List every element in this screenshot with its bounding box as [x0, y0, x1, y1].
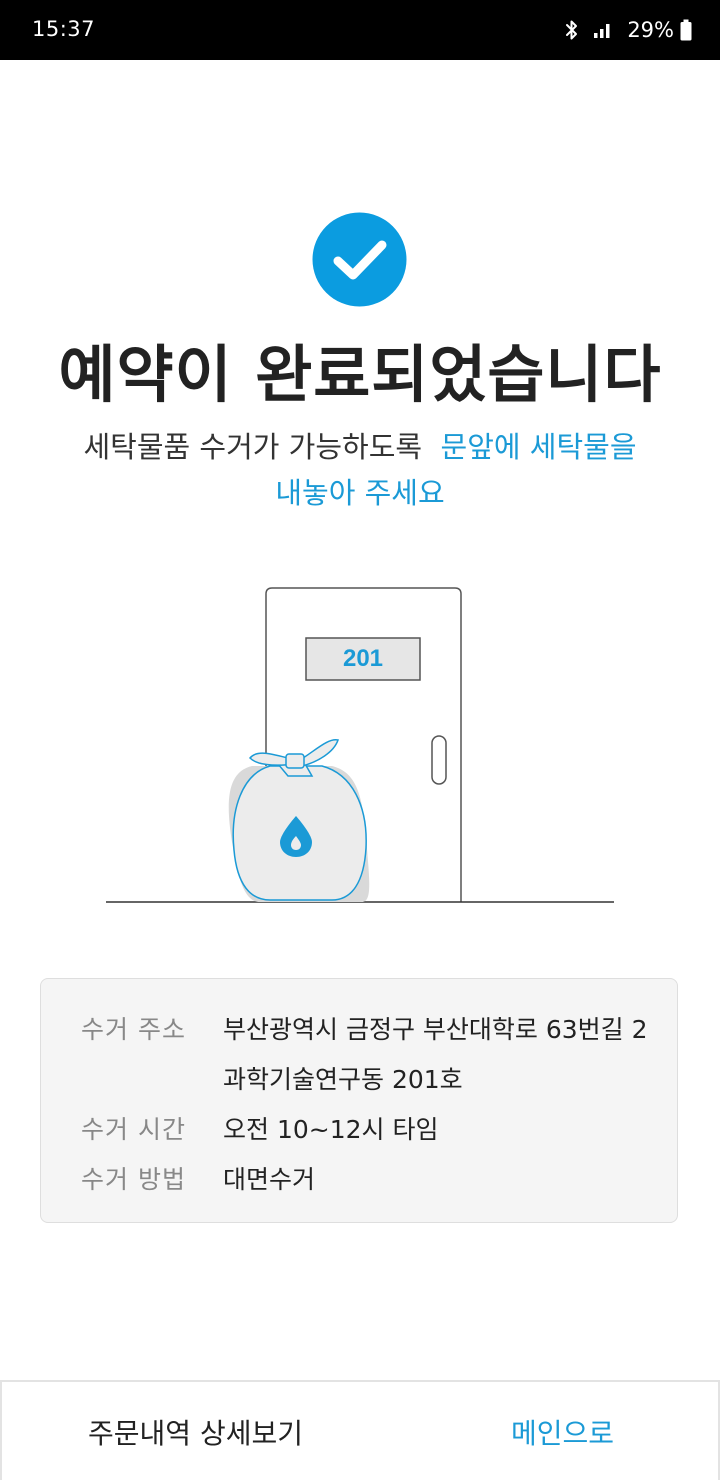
check-circle-icon	[312, 212, 407, 307]
method-value: 대면수거	[223, 1165, 316, 1194]
address-line1: 부산광역시 금정구 부산대학로 63번길 2	[223, 1015, 648, 1044]
battery-icon	[680, 19, 692, 41]
door-laundry-illustration: 201	[100, 580, 620, 910]
time-label: 수거 시간	[81, 1115, 186, 1144]
status-bar: 15:37 29%	[0, 0, 720, 60]
room-number: 201	[342, 645, 384, 672]
instruction-highlight-1: 문앞에 세탁물을	[440, 430, 637, 464]
instruction-text: 세탁물품 수거가 가능하도록 문앞에 세탁물을 내놓아 주세요	[0, 424, 720, 516]
instruction-plain: 세탁물품 수거가 가능하도록	[83, 430, 423, 464]
method-label: 수거 방법	[81, 1165, 186, 1194]
battery-percent: 29%	[627, 18, 674, 42]
status-icons: 29%	[565, 14, 692, 46]
page-title: 예약이 완료되었습니다	[58, 338, 662, 411]
go-main-button[interactable]: 메인으로	[511, 1412, 614, 1452]
instruction-highlight-2: 내놓아 주세요	[275, 476, 445, 510]
signal-icon	[593, 21, 613, 39]
reservation-complete-screen: 15:37 29% 예약이 완료되었습니다 세탁물품 수거가 가능하도록 문앞에…	[0, 0, 720, 1480]
address-line2: 과학기술연구동 201호	[223, 1065, 463, 1094]
door-illustration	[106, 587, 614, 903]
time-value: 오전 10~12시 타임	[223, 1115, 439, 1144]
bluetooth-icon	[565, 19, 579, 41]
pickup-info-card: 수거 주소 부산광역시 금정구 부산대학로 63번길 2 과학기술연구동 201…	[40, 978, 678, 1223]
order-detail-button[interactable]: 주문내역 상세보기	[88, 1412, 303, 1452]
address-label: 수거 주소	[81, 1015, 186, 1044]
status-time: 15:37	[32, 17, 96, 41]
bottom-action-bar: 주문내역 상세보기 메인으로	[0, 1380, 720, 1480]
